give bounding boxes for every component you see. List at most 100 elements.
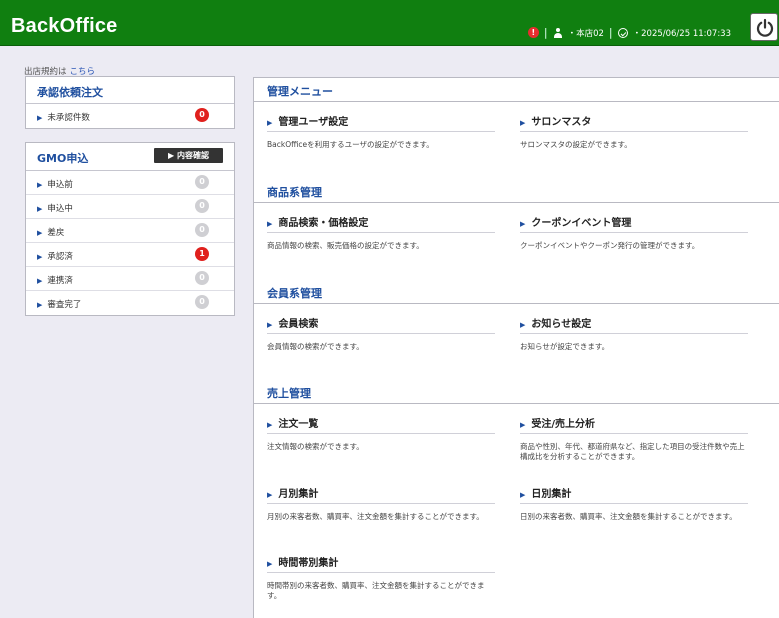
triangle-right-icon: ▶ <box>520 421 526 429</box>
triangle-right-icon: ▶ <box>520 220 526 228</box>
list-item-label: 差戻 <box>47 228 65 238</box>
list-item[interactable]: ▶ 未承認件数 0 <box>26 104 234 128</box>
section-title: 管理メニュー <box>254 78 779 102</box>
menu-item-title[interactable]: ▶ 注文一覧 <box>267 411 495 434</box>
user-icon <box>553 27 563 38</box>
power-icon <box>756 18 774 37</box>
list-item[interactable]: ▶ 申込前 0 <box>26 171 234 195</box>
count-badge: 0 <box>195 223 209 237</box>
menu-item-title-text: 会員検索 <box>278 319 319 330</box>
logout-button[interactable] <box>750 13 778 41</box>
gmo-panel-title-text: GMO申込 <box>37 152 89 165</box>
triangle-right-icon: ▶ <box>37 277 43 285</box>
count-badge: 0 <box>195 295 209 309</box>
menu-item-desc: BackOfficeを利用するユーザの設定ができます。 <box>267 140 434 149</box>
triangle-right-icon: ▶ <box>37 301 43 309</box>
section-title: 売上管理 <box>254 380 779 404</box>
menu-item-title-text: 注文一覧 <box>278 419 319 430</box>
menu-item-title[interactable]: ▶ 受注/売上分析 <box>520 411 748 434</box>
menu-item-hourly-summary[interactable]: ▶ 時間帯別集計 時間帯別の来客者数、購買率、注文金額を集計することができます。 <box>267 550 495 601</box>
menu-item-title[interactable]: ▶ サロンマスタ <box>520 109 748 132</box>
menu-item-desc: お知らせが設定できます。 <box>520 342 610 351</box>
gmo-panel-title: GMO申込 ▶ 内容確認 <box>26 143 234 171</box>
menu-item-coupon-event[interactable]: ▶ クーポンイベント管理 クーポンイベントやクーポン発行の管理ができます。 <box>520 210 748 251</box>
list-item-label: 審査完了 <box>47 300 82 310</box>
menu-item-title[interactable]: ▶ 時間帯別集計 <box>267 550 495 573</box>
menu-item-title-text: 管理ユーザ設定 <box>278 117 349 128</box>
menu-item-title-text: サロンマスタ <box>531 117 592 128</box>
list-item-label: 連携済 <box>47 276 73 286</box>
triangle-right-icon: ▶ <box>267 119 273 127</box>
menu-item-order-list[interactable]: ▶ 注文一覧 注文情報の検索ができます。 <box>267 411 495 452</box>
menu-item-desc: 時間帯別の来客者数、購買率、注文金額を集計することができます。 <box>267 581 485 600</box>
count-badge: 0 <box>195 199 209 213</box>
divider: | <box>543 26 548 39</box>
list-item-label: 申込前 <box>47 180 73 190</box>
list-item[interactable]: ▶ 連携済 0 <box>26 267 234 291</box>
menu-item-desc: 商品や性別、年代、都道府県など、指定した項目の受注件数や売上構成比を分析すること… <box>520 442 745 461</box>
menu-item-desc: 注文情報の検索ができます。 <box>267 442 364 451</box>
menu-item-title-text: 時間帯別集計 <box>278 558 339 569</box>
menu-item-member-search[interactable]: ▶ 会員検索 会員情報の検索ができます。 <box>267 311 495 352</box>
triangle-right-icon: ▶ <box>267 421 273 429</box>
section-title: 会員系管理 <box>254 280 779 304</box>
count-badge: 1 <box>195 247 209 261</box>
list-item[interactable]: ▶ 審査完了 0 <box>26 291 234 315</box>
approval-panel: 承認依頼注文 ▶ 未承認件数 0 <box>25 76 235 129</box>
menu-item-user-settings[interactable]: ▶ 管理ユーザ設定 BackOfficeを利用するユーザの設定ができます。 <box>267 109 495 150</box>
menu-item-title-text: 商品検索・価格設定 <box>278 218 369 229</box>
menu-item-title-text: 月別集計 <box>278 489 319 500</box>
triangle-right-icon: ▶ <box>267 220 273 228</box>
approval-panel-title: 承認依頼注文 <box>26 77 234 104</box>
menu-item-notice-settings[interactable]: ▶ お知らせ設定 お知らせが設定できます。 <box>520 311 748 352</box>
list-item-label: 未承認件数 <box>47 113 90 123</box>
triangle-right-icon: ▶ <box>37 229 43 237</box>
menu-item-monthly-summary[interactable]: ▶ 月別集計 月別の来客者数、購買率、注文金額を集計することができます。 <box>267 481 495 522</box>
clock-icon <box>617 27 628 38</box>
menu-item-desc: クーポンイベントやクーポン発行の管理ができます。 <box>520 241 700 250</box>
menu-item-title[interactable]: ▶ 会員検索 <box>267 311 495 334</box>
section-title: 商品系管理 <box>254 179 779 203</box>
menu-item-title-text: クーポンイベント管理 <box>531 218 632 229</box>
menu-item-title-text: 日別集計 <box>531 489 572 500</box>
menu-item-title[interactable]: ▶ 管理ユーザ設定 <box>267 109 495 132</box>
count-badge: 0 <box>195 175 209 189</box>
count-badge: 0 <box>195 271 209 285</box>
menu-item-title[interactable]: ▶ 日別集計 <box>520 481 748 504</box>
menu-item-title[interactable]: ▶ 商品検索・価格設定 <box>267 210 495 233</box>
menu-item-desc: サロンマスタの設定ができます。 <box>520 140 632 149</box>
menu-item-desc: 会員情報の検索ができます。 <box>267 342 364 351</box>
alert-icon[interactable]: ! <box>527 27 539 38</box>
menu-item-title[interactable]: ▶ お知らせ設定 <box>520 311 748 334</box>
triangle-right-icon: ▶ <box>37 114 43 122</box>
triangle-right-icon: ▶ <box>267 491 273 499</box>
menu-item-salon-master[interactable]: ▶ サロンマスタ サロンマスタの設定ができます。 <box>520 109 748 150</box>
menu-item-product-search[interactable]: ▶ 商品検索・価格設定 商品情報の検索、販売価格の設定ができます。 <box>267 210 495 251</box>
user-name: ・本店02 <box>567 28 604 39</box>
list-item[interactable]: ▶ 承認済 1 <box>26 243 234 267</box>
datetime: ・2025/06/25 11:07:33 <box>632 28 731 39</box>
menu-item-daily-summary[interactable]: ▶ 日別集計 日別の来客者数、購買率、注文金額を集計することができます。 <box>520 481 748 522</box>
menu-item-sales-analysis[interactable]: ▶ 受注/売上分析 商品や性別、年代、都道府県など、指定した項目の受注件数や売上構… <box>520 411 748 462</box>
divider: | <box>608 26 613 39</box>
triangle-right-icon: ▶ <box>267 321 273 329</box>
menu-item-title-text: お知らせ設定 <box>531 319 592 330</box>
view-details-button[interactable]: ▶ 内容確認 <box>154 148 223 163</box>
app-header: BackOffice ! | ・本店02 | ・2025/06/25 11:07… <box>0 0 779 46</box>
list-item[interactable]: ▶ 差戻 0 <box>26 219 234 243</box>
gmo-panel: GMO申込 ▶ 内容確認 ▶ 申込前 0 ▶ 申込中 0 ▶ 差戻 0 ▶ 承認済 1 … <box>25 142 235 316</box>
triangle-right-icon: ▶ <box>267 560 273 568</box>
menu-item-desc: 月別の来客者数、購買率、注文金額を集計することができます。 <box>267 512 484 521</box>
list-item-label: 申込中 <box>47 204 73 214</box>
count-badge: 0 <box>195 108 209 122</box>
triangle-right-icon: ▶ <box>520 321 526 329</box>
brand-logo[interactable]: BackOffice <box>11 15 118 38</box>
menu-item-title[interactable]: ▶ 月別集計 <box>267 481 495 504</box>
list-item[interactable]: ▶ 申込中 0 <box>26 195 234 219</box>
triangle-right-icon: ▶ <box>520 491 526 499</box>
triangle-right-icon: ▶ <box>37 253 43 261</box>
triangle-right-icon: ▶ <box>37 181 43 189</box>
menu-item-title[interactable]: ▶ クーポンイベント管理 <box>520 210 748 233</box>
menu-item-desc: 商品情報の検索、販売価格の設定ができます。 <box>267 241 424 250</box>
menu-item-title-text: 受注/売上分析 <box>531 419 596 430</box>
